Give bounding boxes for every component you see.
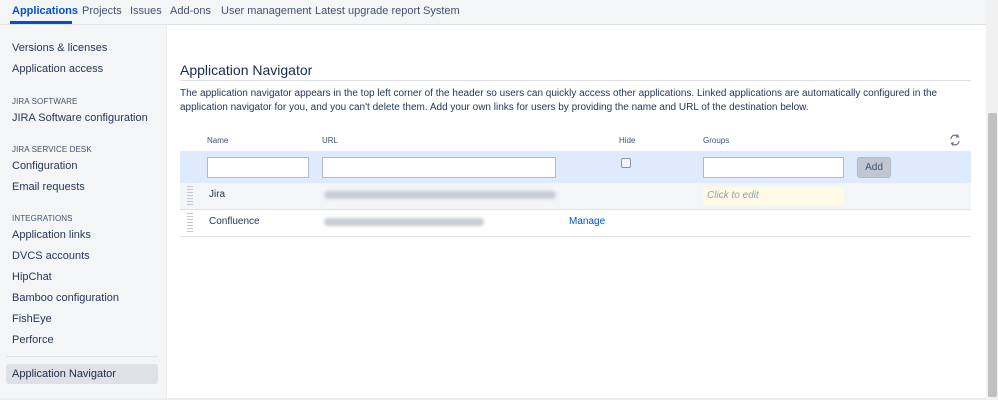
- sidebar-item-bamboo-configuration[interactable]: Bamboo configuration: [12, 292, 119, 304]
- row-name: Confluence: [209, 216, 260, 227]
- tab-user-management[interactable]: User management: [221, 5, 312, 17]
- active-tab-indicator: [10, 21, 72, 24]
- column-header-name: Name: [207, 136, 229, 145]
- sidebar: Versions & licenses Application access J…: [0, 25, 167, 400]
- sidebar-item-configuration[interactable]: Configuration: [12, 160, 77, 172]
- page-title: Application Navigator: [180, 62, 313, 78]
- sidebar-item-versions-licenses[interactable]: Versions & licenses: [12, 42, 107, 54]
- tab-add-ons[interactable]: Add-ons: [170, 5, 211, 17]
- tab-latest-upgrade-report[interactable]: Latest upgrade report: [315, 5, 420, 17]
- sidebar-item-hipchat[interactable]: HipChat: [12, 271, 52, 283]
- sidebar-heading-jira-software: JIRA SOFTWARE: [12, 97, 78, 106]
- sidebar-item-jira-software-configuration[interactable]: JIRA Software configuration: [12, 112, 148, 124]
- title-divider: [180, 80, 971, 81]
- refresh-icon[interactable]: [948, 133, 962, 147]
- sidebar-item-fisheye[interactable]: FishEye: [12, 313, 52, 325]
- sidebar-item-email-requests[interactable]: Email requests: [12, 181, 85, 193]
- row-url-redacted: [324, 218, 484, 226]
- groups-click-to-edit[interactable]: Click to edit: [703, 187, 844, 205]
- name-input[interactable]: [207, 157, 309, 178]
- tab-system[interactable]: System: [423, 5, 460, 17]
- drag-handle-icon[interactable]: [187, 186, 193, 206]
- groups-input[interactable]: [703, 157, 844, 178]
- table-row: Confluence Manage: [180, 210, 971, 237]
- column-header-hide: Hide: [619, 136, 636, 145]
- sidebar-item-dvcs-accounts[interactable]: DVCS accounts: [12, 250, 90, 262]
- column-header-url: URL: [322, 136, 339, 145]
- column-header-groups: Groups: [703, 136, 730, 145]
- sidebar-item-application-navigator[interactable]: Application Navigator: [6, 364, 158, 384]
- tab-projects[interactable]: Projects: [82, 5, 122, 17]
- sidebar-item-application-access[interactable]: Application access: [12, 63, 103, 75]
- sidebar-item-label: Application Navigator: [12, 368, 116, 380]
- manage-link[interactable]: Manage: [569, 216, 605, 227]
- tab-applications[interactable]: Applications: [12, 5, 78, 17]
- url-input[interactable]: [322, 157, 556, 178]
- drag-handle-icon[interactable]: [187, 213, 193, 233]
- top-nav: Applications Projects Issues Add-ons Use…: [0, 0, 986, 25]
- add-button[interactable]: Add: [857, 157, 891, 178]
- sidebar-heading-integrations: INTEGRATIONS: [12, 214, 73, 223]
- row-name: Jira: [209, 189, 226, 200]
- sidebar-divider: [6, 356, 158, 357]
- tab-issues[interactable]: Issues: [130, 5, 162, 17]
- sidebar-heading-jira-service-desk: JIRA SERVICE DESK: [12, 145, 92, 154]
- sidebar-item-perforce[interactable]: Perforce: [12, 334, 54, 346]
- sidebar-item-application-links[interactable]: Application links: [12, 229, 91, 241]
- row-url-redacted: [324, 191, 556, 199]
- table-row: Jira Click to edit: [180, 183, 971, 210]
- hide-checkbox[interactable]: [621, 158, 631, 168]
- scrollbar-thumb[interactable]: [988, 113, 997, 397]
- page-description: The application navigator appears in the…: [180, 88, 938, 113]
